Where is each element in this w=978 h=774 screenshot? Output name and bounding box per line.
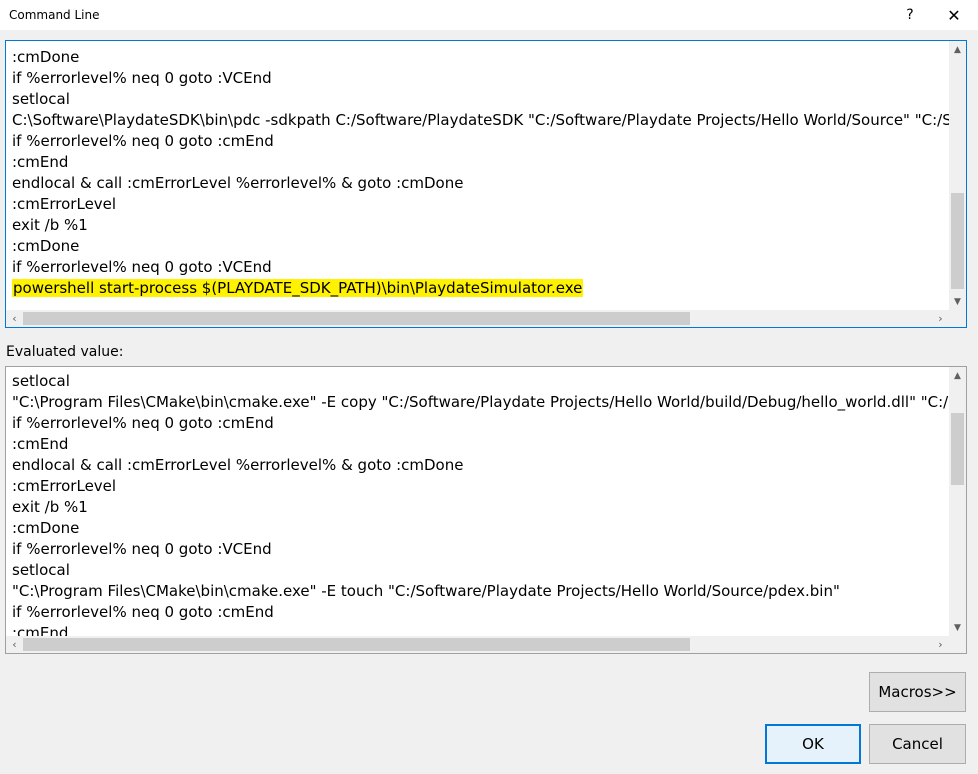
scroll-thumb[interactable] [951,413,964,485]
code-line-text: exit /b %1 [12,216,88,234]
horizontal-scrollbar[interactable]: ‹ › [6,310,949,327]
window-title: Command Line [9,8,100,22]
code-line-text: :cmDone [12,519,80,537]
code-line-text: :cmErrorLevel [12,195,117,213]
scroll-up-icon[interactable]: ▲ [949,41,966,58]
code-line: if %errorlevel% neq 0 goto :VCEnd [6,257,949,278]
help-icon: ? [906,7,914,23]
code-line: :cmEnd [6,623,949,636]
code-line: powershell start-process $(PLAYDATE_SDK_… [6,278,949,299]
code-line-text: endlocal & call :cmErrorLevel %errorleve… [12,456,464,474]
scroll-down-icon[interactable]: ▼ [949,619,966,636]
cancel-button[interactable]: Cancel [869,724,966,764]
code-line: if %errorlevel% neq 0 goto :cmEnd [6,413,949,434]
code-line-text: :cmDone [12,48,80,66]
help-button[interactable]: ? [888,0,932,30]
code-line: :cmDone [6,47,949,68]
code-line-text: "C:\Program Files\CMake\bin\cmake.exe" -… [12,582,840,600]
code-line-text: :cmEnd [12,435,69,453]
code-line: :cmEnd [6,434,949,455]
code-line: setlocal [6,560,949,581]
code-line-text: C:\Software\PlaydateSDK\bin\pdc -sdkpath… [12,111,949,129]
command-line-editor[interactable]: :cmDone if %errorlevel% neq 0 goto :VCEnd… [5,40,967,328]
code-line: "C:\Program Files\CMake\bin\cmake.exe" -… [6,392,949,413]
code-line-text: "C:\Program Files\CMake\bin\cmake.exe" -… [12,393,949,411]
evaluated-value-box[interactable]: setlocal "C:\Program Files\CMake\bin\cmak… [5,366,967,654]
code-line-text: if %errorlevel% neq 0 goto :cmEnd [12,414,274,432]
evaluated-value-label: Evaluated value: [6,344,124,360]
horizontal-scrollbar[interactable]: ‹ › [6,636,949,653]
scroll-thumb[interactable] [23,312,690,325]
ok-button[interactable]: OK [765,724,861,764]
code-line-text: :cmEnd [12,624,69,636]
code-line-text: setlocal [12,90,70,108]
code-line-text: setlocal [12,372,70,390]
command-text-area[interactable]: :cmDone if %errorlevel% neq 0 goto :VCEnd… [6,41,949,310]
scroll-left-icon[interactable]: ‹ [6,636,23,653]
code-line: setlocal [6,371,949,392]
code-line: :cmDone [6,236,949,257]
title-bar: Command Line ? ✕ [0,0,978,30]
scroll-left-icon[interactable]: ‹ [6,310,23,327]
scroll-down-icon[interactable]: ▼ [949,293,966,310]
code-line: :cmDone [6,518,949,539]
code-line-text: endlocal & call :cmErrorLevel %errorleve… [12,174,464,192]
code-line: endlocal & call :cmErrorLevel %errorleve… [6,173,949,194]
code-line: :cmEnd [6,152,949,173]
code-line-text: if %errorlevel% neq 0 goto :VCEnd [12,69,272,87]
code-line: if %errorlevel% neq 0 goto :VCEnd [6,539,949,560]
scrollbar-corner [949,636,966,653]
code-line: setlocal [6,89,949,110]
code-line-text: setlocal [12,561,70,579]
code-line-text: :cmEnd [12,153,69,171]
scroll-thumb[interactable] [23,638,690,651]
close-icon: ✕ [947,5,961,25]
code-line: :cmErrorLevel [6,194,949,215]
scroll-right-icon[interactable]: › [932,310,949,327]
code-line: exit /b %1 [6,215,949,236]
vertical-scrollbar[interactable]: ▲ ▼ [949,41,966,310]
code-line-text: if %errorlevel% neq 0 goto :VCEnd [12,258,272,276]
code-line: if %errorlevel% neq 0 goto :cmEnd [6,602,949,623]
code-line-text: :cmErrorLevel [12,477,117,495]
scrollbar-corner [949,310,966,327]
code-line-text: exit /b %1 [12,498,88,516]
code-line: "C:\Program Files\CMake\bin\cmake.exe" -… [6,581,949,602]
code-line-text: if %errorlevel% neq 0 goto :VCEnd [12,540,272,558]
code-line: if %errorlevel% neq 0 goto :cmEnd [6,131,949,152]
vertical-scrollbar[interactable]: ▲ ▼ [949,367,966,636]
scroll-thumb[interactable] [951,193,964,289]
code-line-text: powershell start-process $(PLAYDATE_SDK_… [12,279,584,297]
code-line: exit /b %1 [6,497,949,518]
code-line: endlocal & call :cmErrorLevel %errorleve… [6,455,949,476]
code-line: C:\Software\PlaydateSDK\bin\pdc -sdkpath… [6,110,949,131]
code-line-text: if %errorlevel% neq 0 goto :cmEnd [12,132,274,150]
code-line: :cmErrorLevel [6,476,949,497]
close-button[interactable]: ✕ [932,0,976,30]
code-line: if %errorlevel% neq 0 goto :VCEnd [6,68,949,89]
evaluated-text-area[interactable]: setlocal "C:\Program Files\CMake\bin\cmak… [6,367,949,636]
scroll-up-icon[interactable]: ▲ [949,367,966,384]
code-line-text: :cmDone [12,237,80,255]
code-line-text: if %errorlevel% neq 0 goto :cmEnd [12,603,274,621]
macros-button[interactable]: Macros>> [869,672,966,712]
scroll-right-icon[interactable]: › [932,636,949,653]
